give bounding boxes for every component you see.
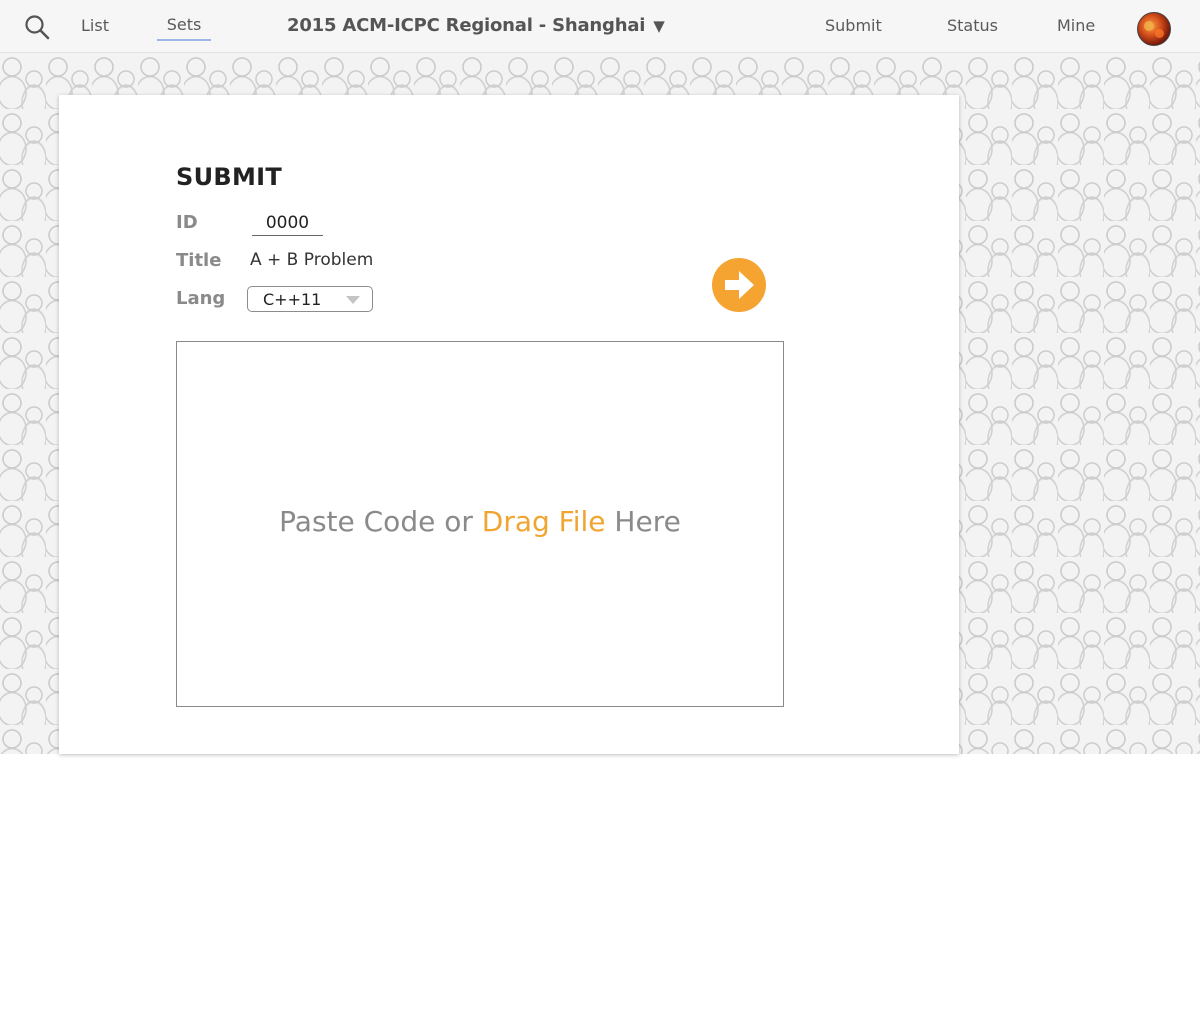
language-select[interactable]: C++11 (247, 286, 373, 312)
code-hint-text-end: Here (605, 505, 681, 538)
arrow-right-circle-icon (725, 271, 754, 299)
submit-button[interactable] (712, 258, 766, 312)
code-drop-hint: Paste Code or Drag File Here (177, 505, 783, 538)
nav-submit-link[interactable]: Submit (825, 16, 882, 35)
language-selected-value: C++11 (263, 290, 322, 309)
search-icon[interactable] (24, 14, 50, 40)
submit-card: SUBMIT ID Title A + B Problem Lang C++11… (59, 95, 959, 754)
nav-list-link[interactable]: List (81, 16, 109, 35)
caret-down-icon: ▼ (653, 17, 665, 35)
nav-sets-link[interactable]: Sets (158, 15, 210, 34)
problem-id-input[interactable] (252, 211, 323, 236)
nav-mine-link[interactable]: Mine (1057, 16, 1095, 35)
user-avatar[interactable] (1137, 12, 1171, 46)
contest-selector[interactable]: 2015 ACM-ICPC Regional - Shanghai ▼ (287, 15, 665, 36)
lang-label: Lang (176, 288, 226, 309)
top-navigation-bar: List Sets 2015 ACM-ICPC Regional - Shang… (0, 0, 1200, 53)
title-label: Title (176, 250, 222, 271)
code-drop-area[interactable]: Paste Code or Drag File Here (176, 341, 784, 707)
nav-status-link[interactable]: Status (947, 16, 998, 35)
problem-title: A + B Problem (250, 250, 374, 270)
drag-file-link[interactable]: Drag File (482, 505, 606, 538)
contest-title: 2015 ACM-ICPC Regional - Shanghai (287, 15, 646, 36)
chevron-down-icon (346, 296, 360, 304)
id-label: ID (176, 212, 198, 233)
active-tab-indicator (157, 39, 211, 41)
code-hint-text: Paste Code or (279, 505, 482, 538)
page-title: SUBMIT (176, 163, 283, 191)
